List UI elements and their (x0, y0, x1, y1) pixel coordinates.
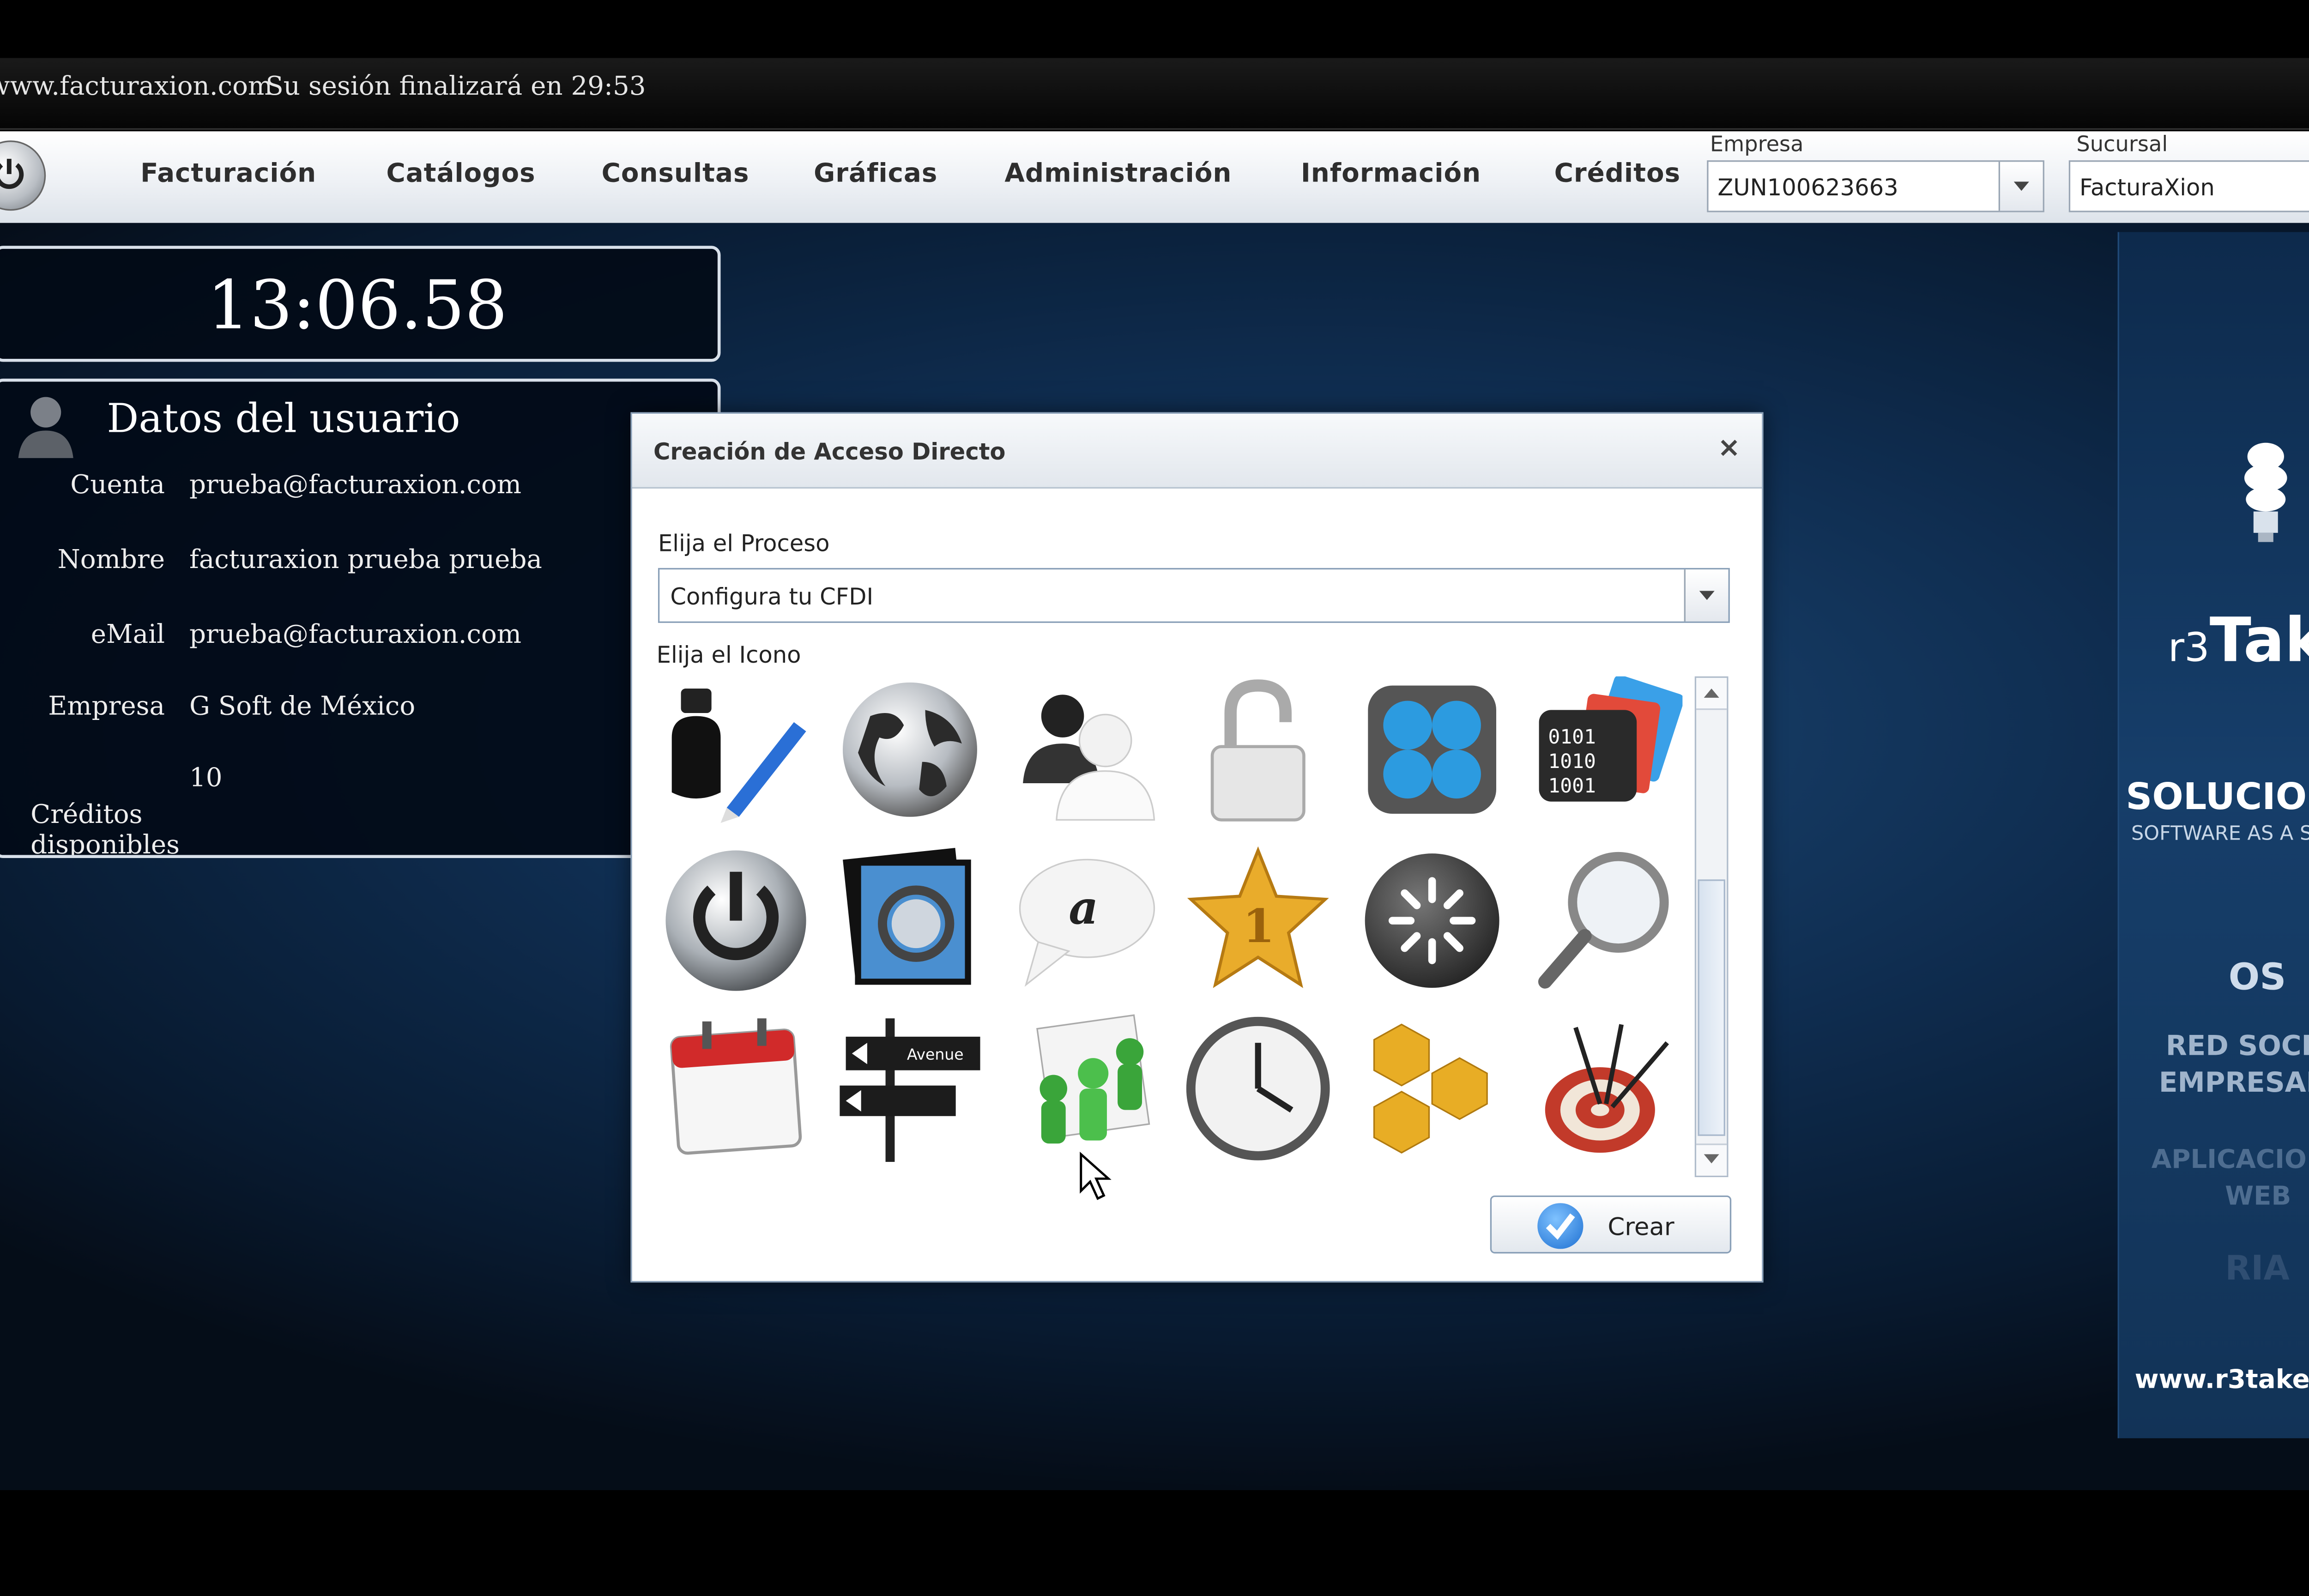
empresa-row-value: G Soft de México (189, 691, 416, 722)
sucursal-label: Sucursal (2076, 133, 2168, 157)
process-select[interactable]: Configura tu CFDI (658, 568, 1730, 623)
magnifier-icon[interactable] (1530, 844, 1683, 997)
menu-graficas[interactable]: Gráficas (814, 159, 937, 189)
browser-status-strip: www.facturaxion.com Su sesión finalizará… (0, 58, 2309, 130)
promo-headline: SOLUCIONES (2126, 775, 2309, 819)
team-document-icon[interactable] (1008, 1012, 1161, 1165)
process-value: Configura tu CFDI (670, 583, 874, 611)
clock-icon[interactable] (1182, 1012, 1335, 1165)
street-sign-icon[interactable]: Avenue (834, 1012, 986, 1165)
nombre-value: facturaxion prueba prueba (189, 545, 542, 576)
credits-label: Créditos disponibles (30, 800, 180, 858)
empresa-row-label: Empresa (48, 691, 165, 722)
padlock-icon[interactable] (1182, 677, 1335, 829)
session-timer: Su sesión finalizará en 29:53 (266, 72, 646, 103)
cuenta-value: prueba@facturaxion.com (189, 470, 522, 501)
menu-informacion[interactable]: Información (1301, 159, 1481, 189)
user-data-panel: Datos del usuario Cuenta prueba@facturax… (0, 378, 721, 858)
credits-value: 10 (189, 763, 223, 794)
empresa-select[interactable]: ZUN100623663 (1707, 160, 2044, 212)
svg-text:1001: 1001 (1548, 774, 1596, 798)
promo-item-ria: RIA (2225, 1250, 2290, 1289)
create-button[interactable]: Crear (1490, 1195, 1732, 1254)
users-icon[interactable] (1008, 677, 1161, 829)
svg-text:1010: 1010 (1548, 750, 1596, 773)
menu-creditos[interactable]: Créditos (1554, 159, 1680, 189)
clock-time: 13:06.58 (207, 267, 508, 345)
scroll-down-icon[interactable] (1696, 1143, 1727, 1176)
close-icon[interactable]: × (1717, 432, 1741, 464)
cuenta-label: Cuenta (70, 470, 165, 501)
promo-item-aplicaciones-web: APLICACIONES WEB (2151, 1145, 2309, 1213)
calendar-icon[interactable] (659, 1012, 812, 1165)
dialog-title: Creación de Acceso Directo (653, 438, 1006, 466)
photo-search-icon[interactable] (834, 844, 986, 997)
chevron-down-icon[interactable] (1684, 569, 1729, 622)
promo-url[interactable]: www.r3take.com (2119, 1365, 2309, 1396)
process-label: Elija el Proceso (658, 530, 830, 557)
menu-consultas[interactable]: Consultas (602, 159, 750, 189)
chevron-down-icon[interactable] (1998, 162, 2043, 211)
user-panel-title: Datos del usuario (107, 397, 460, 443)
screen: www.facturaxion.com Su sesión finalizará… (0, 0, 2309, 1596)
gold-star-icon[interactable]: 1 (1182, 844, 1335, 997)
sucursal-select[interactable]: FacturaXion (2068, 160, 2309, 212)
svg-text:0101: 0101 (1548, 725, 1596, 749)
lightbulb-icon (2244, 442, 2287, 542)
target-darts-icon[interactable] (1530, 1012, 1683, 1165)
mouse-cursor-icon (1080, 1151, 1112, 1200)
icon-grid-scrollbar[interactable] (1694, 676, 1729, 1178)
dialog-title-bar: Creación de Acceso Directo × (632, 413, 1762, 489)
clover-icon[interactable] (1356, 677, 1509, 829)
chat-bubble-icon[interactable]: a (1008, 844, 1161, 997)
create-shortcut-dialog: Creación de Acceso Directo × Elija el Pr… (630, 412, 1764, 1283)
promo-item-os: OS (2228, 955, 2286, 999)
sucursal-value: FacturaXion (2079, 174, 2215, 202)
icon-grid: 0101 1010 1001 a 1 Avenue (653, 670, 1692, 1189)
empresa-label: Empresa (1710, 133, 1804, 157)
icon-label: Elija el Icono (656, 641, 801, 669)
ink-pen-icon[interactable] (659, 677, 812, 829)
empresa-value: ZUN100623663 (1717, 174, 1898, 202)
svg-text:1: 1 (1243, 900, 1275, 953)
email-value: prueba@facturaxion.com (189, 620, 522, 651)
power-icon[interactable] (659, 844, 812, 997)
promo-item-red-social: RED SOCIAL EMPRESARIAL (2158, 1030, 2309, 1100)
loading-icon[interactable] (1356, 844, 1509, 997)
r3take-promo-panel[interactable]: r3Take SOLUCIONES SOFTWARE AS A SERVICE … (2117, 232, 2309, 1439)
svg-text:a: a (1069, 881, 1098, 935)
site-url: www.facturaxion.com (0, 72, 273, 103)
nombre-label: Nombre (57, 545, 165, 576)
promo-subline: SOFTWARE AS A SERVICE (2131, 822, 2309, 846)
svg-text:Avenue: Avenue (907, 1045, 964, 1063)
create-button-label: Crear (1608, 1212, 1674, 1241)
menu-administracion[interactable]: Administración (1004, 159, 1232, 189)
scroll-up-icon[interactable] (1696, 677, 1727, 710)
honeycomb-icon[interactable] (1356, 1012, 1509, 1165)
r3take-logo: r3Take (2168, 606, 2309, 677)
power-icon (0, 158, 24, 189)
user-icon (18, 397, 73, 458)
email-label: eMail (91, 620, 165, 651)
scroll-thumb[interactable] (1698, 879, 1725, 1136)
clock-panel: 13:06.58 (0, 246, 721, 362)
binary-images-icon[interactable]: 0101 1010 1001 (1530, 676, 1683, 829)
checkmark-icon (1537, 1203, 1584, 1249)
menu-facturacion[interactable]: Facturación (140, 159, 316, 189)
globe-icon[interactable] (834, 677, 986, 829)
menu-catalogos[interactable]: Catálogos (386, 159, 535, 189)
